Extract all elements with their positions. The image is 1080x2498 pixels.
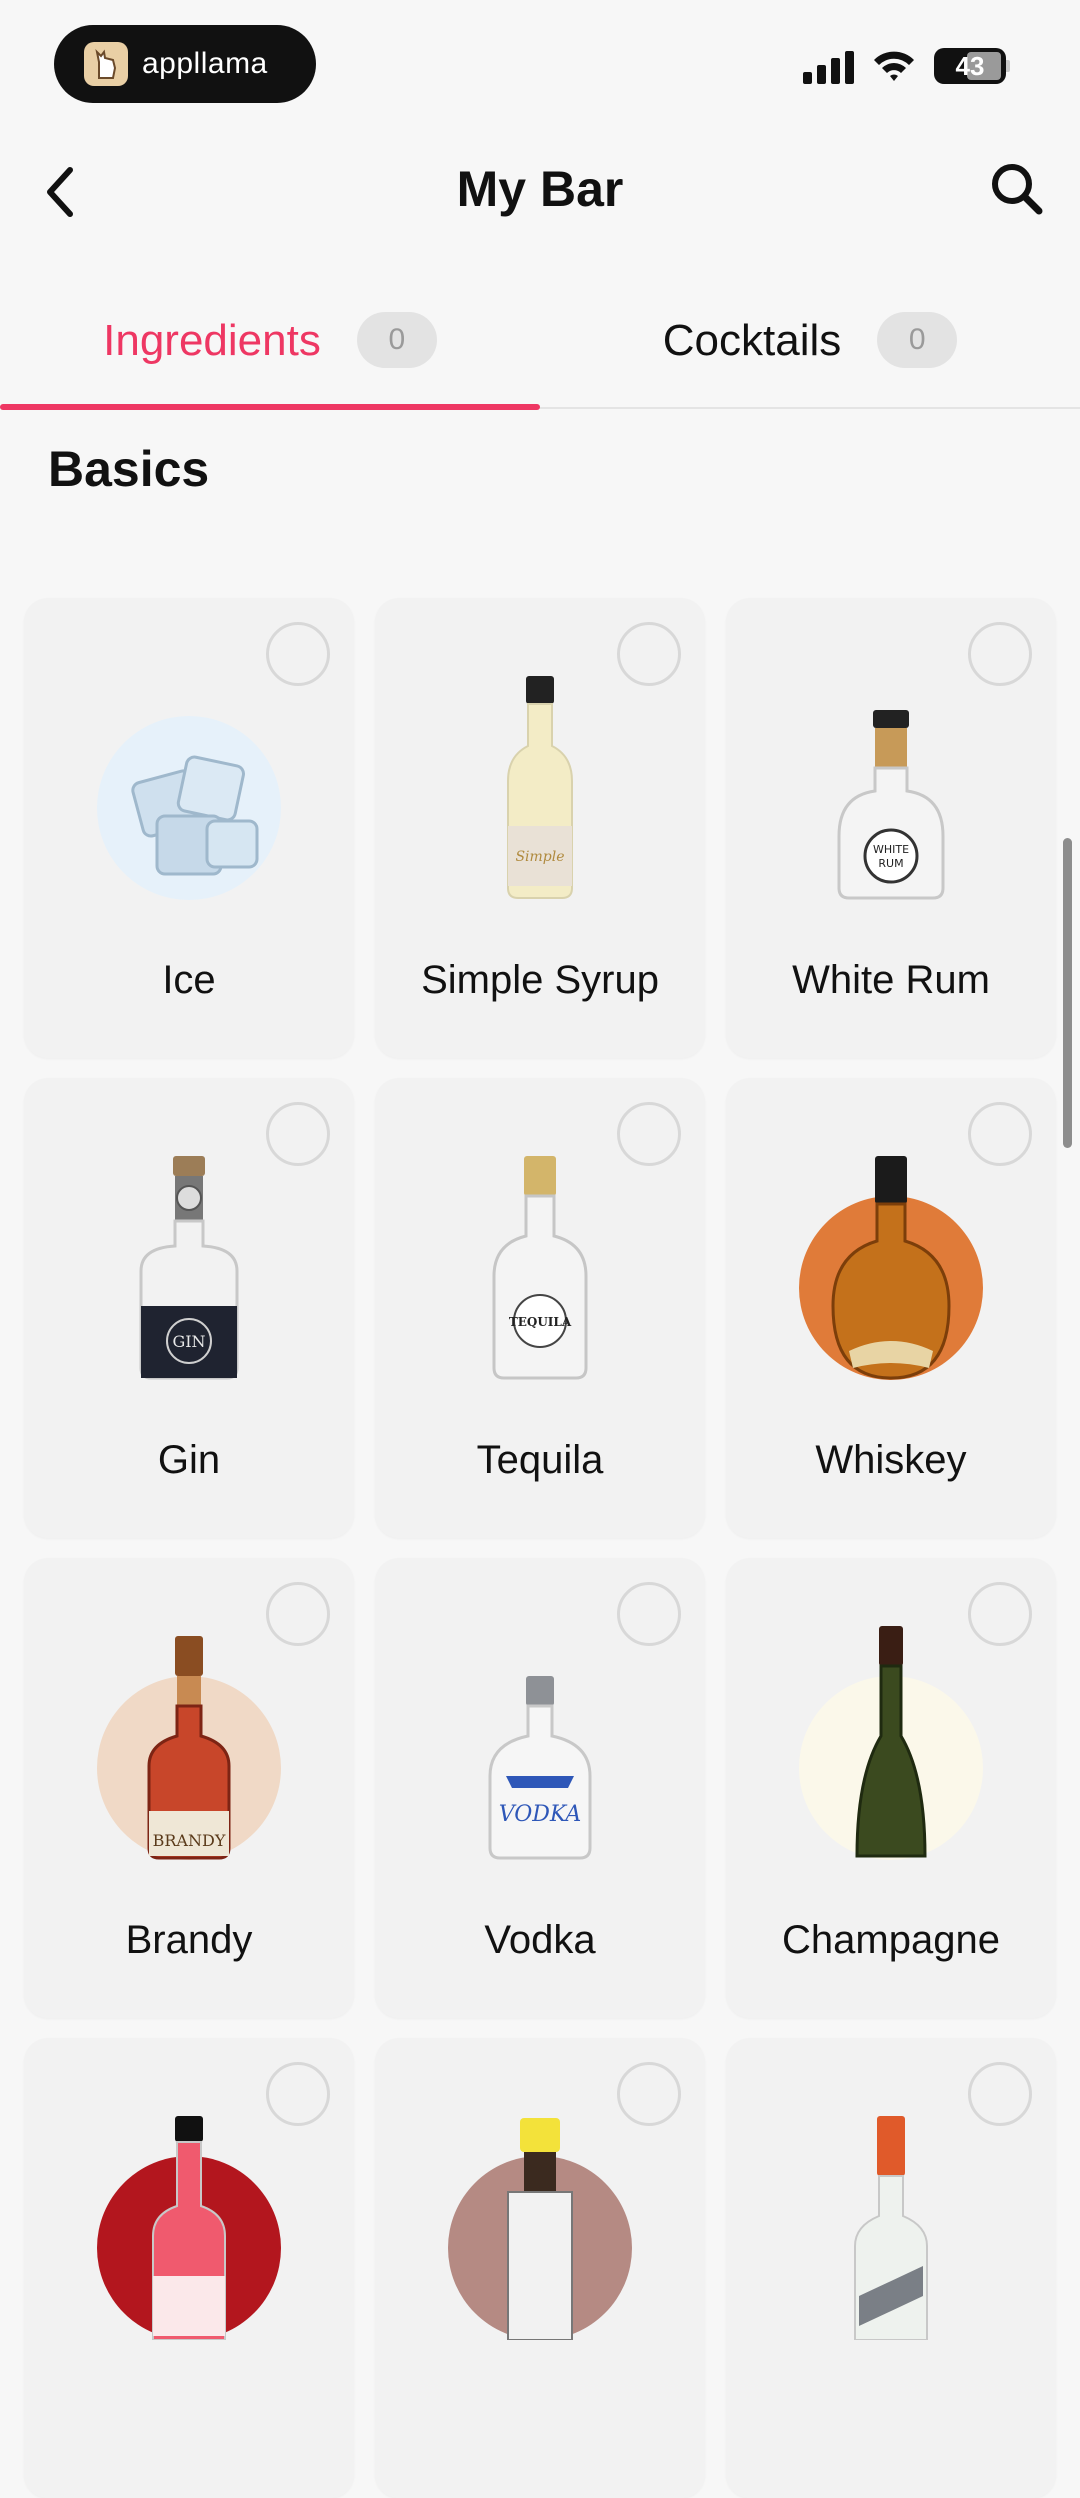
- llama-logo-icon: [84, 42, 128, 86]
- ingredient-name: Tequila: [476, 1438, 604, 1482]
- ingredient-name: Vodka: [484, 1918, 596, 1962]
- wifi-icon: [874, 51, 914, 81]
- ingredient-card-ice[interactable]: Ice: [24, 598, 354, 1058]
- brand-pill: appllama: [54, 25, 316, 103]
- navigation-bar: My Bar: [0, 140, 1080, 250]
- svg-text:GIN: GIN: [172, 1332, 205, 1351]
- tab-ingredients[interactable]: Ingredients 0: [0, 290, 540, 410]
- status-icons: 43: [803, 48, 1010, 84]
- ingredient-card-champagne[interactable]: Champagne: [726, 1558, 1056, 2018]
- search-button[interactable]: [984, 156, 1050, 222]
- svg-text:RUM: RUM: [878, 857, 903, 870]
- svg-text:BRANDY: BRANDY: [153, 1831, 226, 1850]
- svg-text:TEQUILA: TEQUILA: [509, 1315, 572, 1329]
- ingredient-name: Simple Syrup: [421, 958, 659, 1002]
- tab-cocktails[interactable]: Cocktails 0: [540, 290, 1080, 407]
- brandy-image: BRANDY: [97, 1636, 281, 1860]
- svg-text:VODKA: VODKA: [499, 1802, 582, 1827]
- gin-image: GIN: [97, 1156, 281, 1380]
- bitters-image: [448, 2118, 632, 2340]
- simple-syrup-image: Simple: [448, 676, 632, 900]
- tab-label: Cocktails: [662, 316, 842, 365]
- ingredient-card-vodka[interactable]: VODKA Vodka: [375, 1558, 705, 2018]
- svg-text:WHITE: WHITE: [873, 843, 909, 856]
- ingredient-card-white-rum[interactable]: WHITE RUM White Rum: [726, 598, 1056, 1058]
- champagne-image: [799, 1626, 983, 1860]
- ingredient-card-tequila[interactable]: TEQUILA Tequila: [375, 1078, 705, 1538]
- tab-label: Ingredients: [103, 316, 321, 365]
- brand-name: appllama: [142, 47, 268, 80]
- search-icon: [992, 164, 1043, 215]
- ingredient-card-triple-sec[interactable]: [726, 2038, 1056, 2498]
- ingredient-card-simple-syrup[interactable]: Simple Simple Syrup: [375, 598, 705, 1058]
- scrollbar[interactable]: [1063, 838, 1072, 1148]
- page-title: My Bar: [456, 161, 624, 217]
- tab-bar: Ingredients 0 Cocktails 0: [0, 290, 1080, 410]
- count-badge: 0: [877, 312, 958, 368]
- ingredient-name: Whiskey: [815, 1438, 967, 1482]
- battery-level: 43: [955, 50, 985, 81]
- section-title: Basics: [48, 441, 210, 497]
- whiskey-image: [799, 1156, 983, 1380]
- cellular-signal-icon: [803, 48, 854, 84]
- ingredient-card-gin[interactable]: GIN Gin: [24, 1078, 354, 1538]
- ice-image: [97, 716, 281, 900]
- ingredient-name: Champagne: [782, 1918, 1000, 1962]
- ingredient-card-brandy[interactable]: BRANDY Brandy: [24, 1558, 354, 2018]
- ingredient-name: White Rum: [792, 958, 990, 1002]
- ingredient-card-grenadine[interactable]: [24, 2038, 354, 2498]
- triple-sec-image: [799, 2116, 983, 2340]
- status-bar: appllama 43: [0, 0, 1080, 140]
- ingredient-card-bitters[interactable]: [375, 2038, 705, 2498]
- ingredient-name: Brandy: [125, 1918, 253, 1962]
- count-badge: 0: [356, 312, 437, 368]
- svg-text:Simple: Simple: [515, 849, 564, 865]
- white-rum-image: WHITE RUM: [799, 710, 983, 900]
- battery-icon: 43: [934, 48, 1006, 84]
- active-tab-indicator: [0, 404, 540, 410]
- vodka-image: VODKA: [448, 1676, 632, 1860]
- ingredient-card-whiskey[interactable]: Whiskey: [726, 1078, 1056, 1538]
- tequila-image: TEQUILA: [448, 1156, 632, 1380]
- ingredient-name: Ice: [162, 958, 216, 1002]
- grenadine-image: [97, 2116, 281, 2340]
- ingredient-name: Gin: [157, 1438, 221, 1482]
